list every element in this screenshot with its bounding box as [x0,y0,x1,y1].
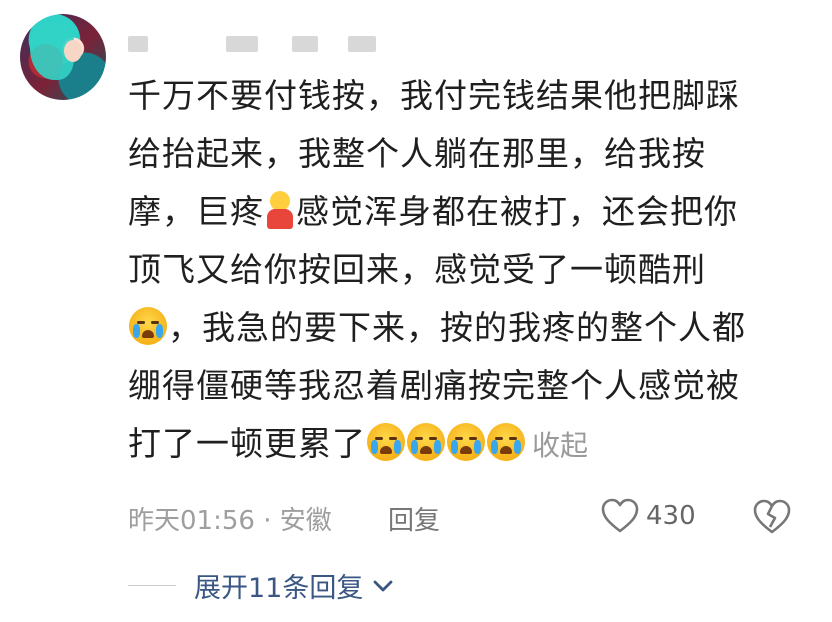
divider [128,585,176,586]
comment-line: 摩，巨疼 感觉浑身都在被打，还会把你 [128,183,788,241]
dislike-button[interactable] [752,497,792,537]
comment-text: ，我急的要下来，按的我疼的整个人都 [168,308,746,347]
crying-emoji-icon [367,423,405,461]
comment-line: 给抬起来，我整个人躺在那里，给我按 [128,134,706,173]
broken-heart-icon [753,499,791,534]
chevron-down-icon [373,580,393,591]
person-emoji-icon [264,191,296,229]
reply-button[interactable]: 回复 [388,500,440,537]
comment-text: 感觉浑身都在被打，还会把你 [296,192,738,231]
avatar-face [64,40,82,62]
collapse-button[interactable]: 收起 [532,429,588,462]
like-count: 430 [646,501,696,531]
comment-line: 顶飞又给你按回来，感觉受了一顿酷刑 [128,250,706,289]
comment-meta: 昨天01:56 · 安徽 [128,506,332,536]
crying-emoji-icon [407,423,445,461]
comment-text: 打了一顿更累了 [128,424,366,463]
expand-replies[interactable]: 展开11条回复 [128,566,395,605]
expand-replies-label[interactable]: 展开11条回复 [194,566,363,605]
user-avatar[interactable] [20,14,106,100]
crying-emoji-icon [487,423,525,461]
crying-emoji-icon [447,423,485,461]
comment-line: 千万不要付钱按，我付完钱结果他把脚踩 [128,76,740,115]
like-button[interactable]: 430 [600,497,696,535]
username-blurred[interactable] [128,33,378,53]
comment-line: 绷得僵硬等我忍着剧痛按完整个人感觉被 [128,366,740,405]
comment-body: 千万不要付钱按，我付完钱结果他把脚踩 给抬起来，我整个人躺在那里，给我按 摩，巨… [128,67,788,475]
heart-outline-icon [601,498,639,533]
crying-emoji-icon [129,307,167,345]
comment-line: ，我急的要下来，按的我疼的整个人都 [128,299,788,357]
comment-line: 打了一顿更累了 收起 [128,415,788,475]
comment-text: 摩，巨疼 [128,192,264,231]
